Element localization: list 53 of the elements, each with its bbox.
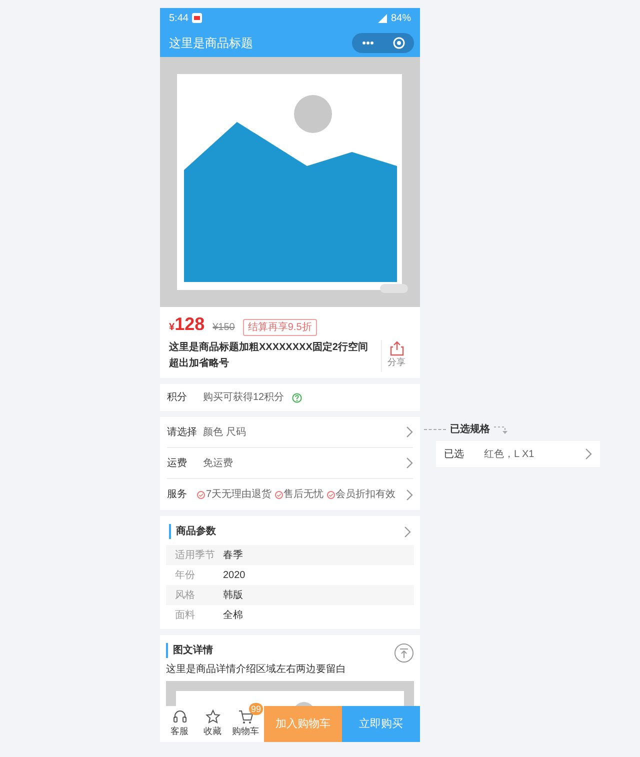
check-circle-icon bbox=[197, 490, 205, 498]
check-circle-icon bbox=[274, 490, 283, 498]
option-row[interactable]: 运费 免运费 bbox=[167, 448, 413, 479]
chevron-icon bbox=[405, 457, 413, 469]
option-row[interactable]: 请选择 颜色 尺码 bbox=[167, 417, 413, 448]
original-price: ¥150 bbox=[212, 321, 235, 335]
action-button[interactable]: 购物车 99 bbox=[229, 706, 262, 742]
help-icon bbox=[292, 392, 302, 402]
share-icon[interactable] bbox=[388, 340, 404, 356]
chevron-icon bbox=[405, 488, 413, 500]
action-button[interactable]: 客服 bbox=[163, 706, 196, 742]
param-name: 面料 bbox=[175, 608, 196, 622]
action-button[interactable]: 收藏 bbox=[196, 706, 229, 742]
param-value: 春季 bbox=[223, 548, 243, 562]
check-circle-icon bbox=[326, 490, 335, 498]
spec-row[interactable]: 已选 红色，L X1 bbox=[436, 441, 600, 467]
carousel-indicator bbox=[380, 284, 408, 293]
annotation-title: 已选规格 bbox=[450, 422, 490, 437]
param-value: 2020 bbox=[223, 568, 246, 582]
sale-price: ¥128 bbox=[169, 315, 205, 335]
notification-icon bbox=[192, 13, 202, 23]
signal-icon bbox=[378, 14, 387, 22]
promo-tag: 结算再享9.5折 bbox=[242, 319, 317, 336]
service-text: 7天无理由退货 bbox=[206, 488, 272, 502]
chevron-icon bbox=[405, 426, 413, 438]
page-title: 这里是商品标题 bbox=[169, 34, 253, 52]
star-icon[interactable] bbox=[204, 709, 220, 726]
chevron-icon[interactable] bbox=[403, 526, 411, 538]
points-text: 购买可获得12积分 bbox=[203, 390, 284, 405]
services-row[interactable]: 服务 7天无理由退货 售后无忧 会员折扣有效 bbox=[167, 479, 413, 510]
status-time: 5:44 bbox=[169, 12, 188, 26]
arrow-icon bbox=[494, 426, 508, 434]
battery-level: 84% bbox=[390, 12, 411, 26]
param-name: 年份 bbox=[175, 568, 196, 582]
service-text: 售后无忧 bbox=[284, 488, 324, 502]
share-button[interactable]: 分享 bbox=[381, 340, 411, 372]
back-to-top-icon[interactable] bbox=[394, 643, 414, 663]
param-name: 适用季节 bbox=[175, 548, 216, 562]
menu-capsule[interactable] bbox=[352, 32, 414, 52]
headset-icon[interactable] bbox=[172, 709, 188, 726]
section-title: 图文详情 bbox=[166, 643, 346, 658]
param-value: 韩版 bbox=[223, 588, 243, 602]
product-title: 这里是商品标题加粗XXXXXXXX固定2行空间超出加省略号 bbox=[169, 340, 369, 371]
detail-text: 这里是商品详情介绍区域左右两边要留白 bbox=[166, 662, 346, 677]
more-icon[interactable] bbox=[362, 40, 374, 44]
chevron-icon bbox=[584, 448, 592, 460]
service-text: 会员折扣有效 bbox=[336, 488, 396, 502]
section-title: 商品参数 bbox=[169, 524, 216, 539]
leader-line bbox=[424, 429, 446, 430]
row-label: 积分 bbox=[167, 391, 188, 405]
param-name: 风格 bbox=[175, 588, 196, 602]
cart-icon[interactable] bbox=[238, 709, 254, 726]
param-value: 全棉 bbox=[223, 608, 243, 622]
